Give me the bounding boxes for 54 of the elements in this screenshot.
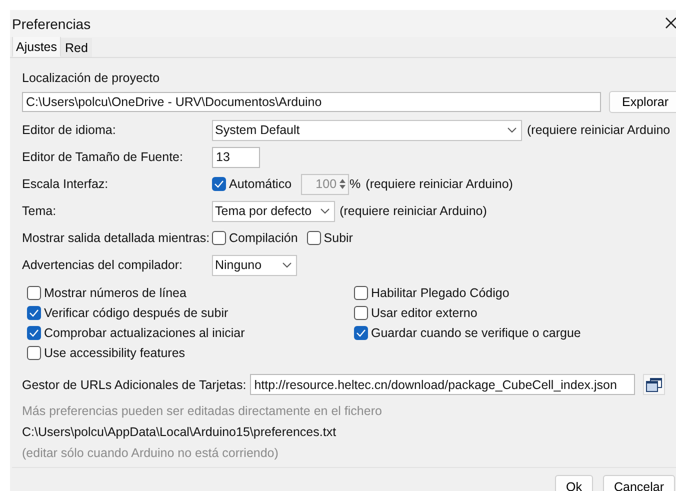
chevron-icon bbox=[507, 127, 517, 133]
checkbox-label: Guardar cuando se verifique o cargue bbox=[371, 326, 581, 340]
setting-label: Mostrar salida detallada mientras: bbox=[22, 230, 211, 247]
checkbox[interactable] bbox=[354, 286, 368, 300]
windows-icon bbox=[646, 378, 662, 392]
info-text: C:\Users\polcu\AppData\Local\Arduino15\preferences.txt bbox=[22, 425, 338, 440]
checkbox[interactable] bbox=[27, 306, 41, 320]
url-list-button[interactable] bbox=[643, 374, 666, 395]
field-label: Gestor de URLs Adicionales de Tarjetas: bbox=[22, 378, 246, 392]
dialog-button[interactable]: Cancelar bbox=[602, 475, 676, 491]
info-text: (editar sólo cuando Arduino no está corriendo) bbox=[22, 446, 280, 461]
checkbox-label: Verificar código después de subir bbox=[44, 306, 228, 320]
dropdown[interactable]: Tema por defecto bbox=[212, 200, 335, 222]
checkbox-label: Usar editor externo bbox=[371, 306, 478, 320]
checkbox-label: Subir bbox=[324, 231, 353, 245]
checkbox[interactable] bbox=[27, 326, 41, 340]
setting-label: Editor de Tamaño de Fuente: bbox=[22, 149, 184, 166]
close-icon[interactable] bbox=[665, 17, 676, 29]
checkbox[interactable] bbox=[27, 346, 41, 360]
tab[interactable]: Ajustes bbox=[12, 36, 61, 57]
chevron-icon bbox=[282, 262, 292, 268]
setting-label: Tema: bbox=[22, 203, 58, 220]
restart-note: (requiere reiniciar Arduino) bbox=[366, 177, 513, 191]
dialog-button[interactable]: Ok bbox=[555, 475, 593, 491]
url-field[interactable]: http://resource.heltec.cn/download/package_CubeCell_index.json bbox=[250, 374, 636, 395]
path-field[interactable]: C:\Users\polcu\OneDrive - URV\Documentos\Arduino bbox=[22, 92, 601, 112]
checkbox[interactable] bbox=[354, 306, 368, 320]
checkbox-label: Compilación bbox=[229, 231, 298, 245]
checkbox[interactable] bbox=[212, 231, 226, 245]
window-title: Preferencias bbox=[12, 16, 91, 32]
checkbox[interactable] bbox=[306, 231, 321, 245]
dropdown[interactable]: System Default bbox=[212, 120, 522, 140]
checkbox[interactable] bbox=[354, 326, 368, 340]
font-size-field[interactable]: 13 bbox=[212, 146, 260, 168]
restart-note: (requiere reiniciar Arduino bbox=[527, 123, 670, 137]
checkbox-label: Use accessibility features bbox=[44, 346, 186, 360]
checkbox[interactable] bbox=[27, 286, 41, 300]
field-label: Localización de proyecto bbox=[22, 71, 161, 85]
checkbox-label: Habilitar Plegado Código bbox=[371, 286, 510, 300]
browse-button[interactable]: Explorar bbox=[609, 91, 676, 113]
dropdown[interactable]: Ninguno bbox=[212, 254, 297, 276]
tab[interactable]: Red bbox=[61, 38, 92, 57]
setting-label: Editor de idioma: bbox=[22, 122, 117, 139]
chevron-icon bbox=[320, 208, 330, 214]
unit-label: % bbox=[350, 177, 361, 191]
checkbox-label: Mostrar números de línea bbox=[44, 286, 186, 300]
spin-arrows-icon bbox=[338, 177, 346, 191]
checkbox[interactable] bbox=[212, 177, 226, 191]
checkbox-label: Automático bbox=[229, 177, 292, 191]
restart-note: (requiere reiniciar Arduino) bbox=[340, 204, 487, 218]
setting-label: Escala Interfaz: bbox=[22, 176, 110, 193]
info-text: Más preferencias pueden ser editadas directamente en el fichero bbox=[22, 404, 383, 419]
checkbox-label: Comprobar actualizaciones al iniciar bbox=[44, 326, 245, 340]
setting-label: Advertencias del compilador: bbox=[22, 257, 184, 274]
